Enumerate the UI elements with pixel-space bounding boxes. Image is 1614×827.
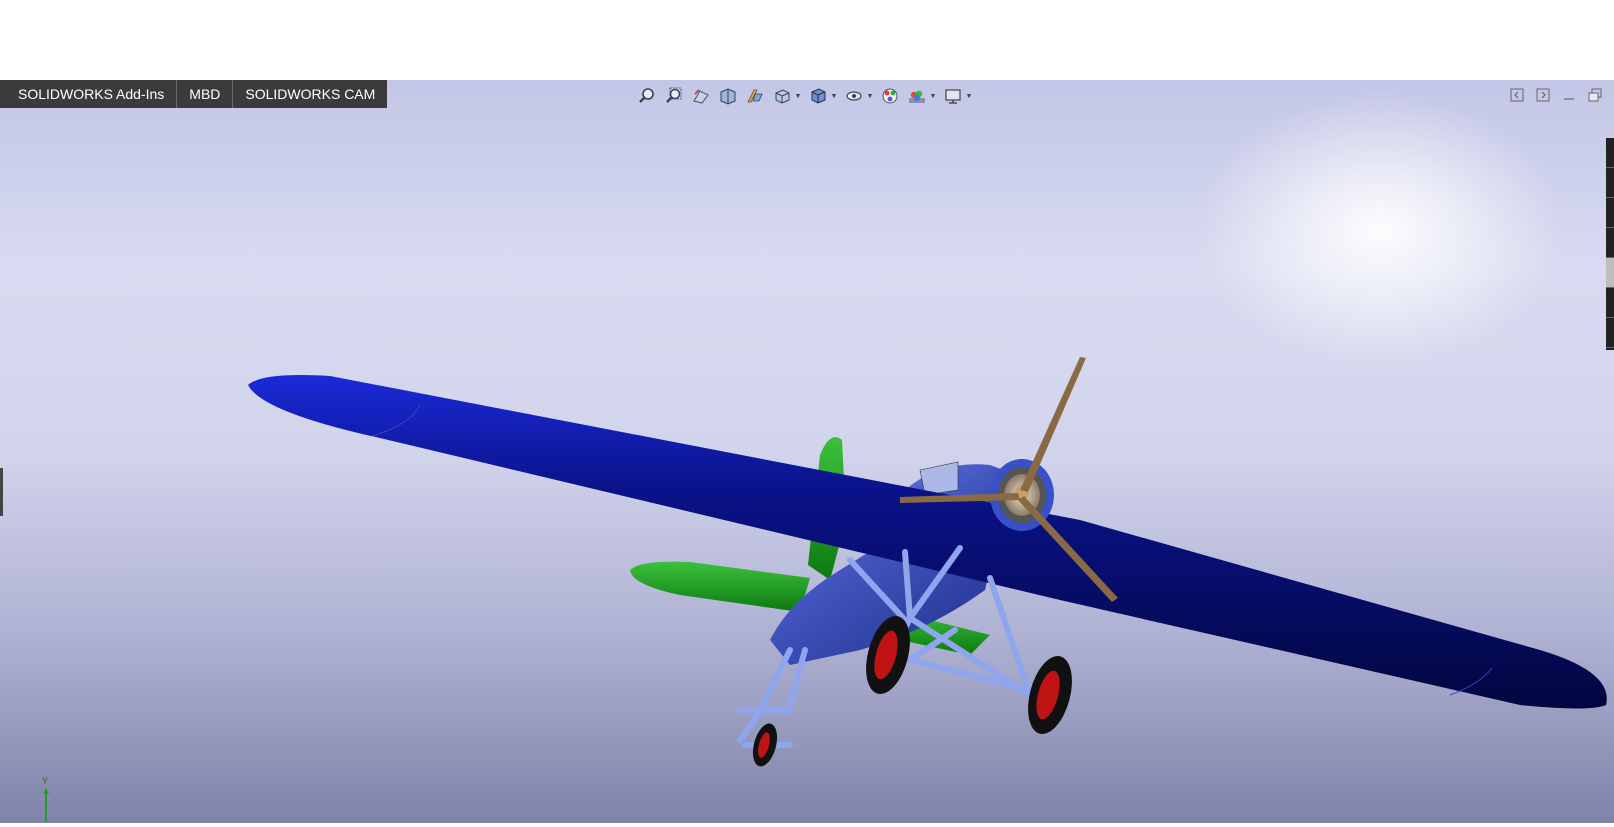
airplane-model[interactable] <box>0 80 1614 823</box>
zoom-to-area-icon[interactable] <box>663 85 685 107</box>
top-blank-area <box>0 0 1614 80</box>
view-settings-icon[interactable] <box>942 85 964 107</box>
dynamic-annotation-icon[interactable] <box>744 85 766 107</box>
section-view-icon[interactable] <box>717 85 739 107</box>
zoom-to-fit-icon[interactable] <box>636 85 658 107</box>
view-orientation-dropdown-icon[interactable]: ▼ <box>794 85 802 107</box>
apply-scene-icon[interactable] <box>906 85 928 107</box>
tile-left-icon[interactable] <box>1508 86 1526 104</box>
previous-view-icon[interactable] <box>690 85 712 107</box>
view-orientation-icon[interactable] <box>771 85 793 107</box>
task-pane-tab[interactable] <box>1606 228 1614 258</box>
tab-mbd[interactable]: MBD <box>176 80 232 108</box>
task-pane-tab[interactable] <box>1606 138 1614 168</box>
task-pane-tab[interactable] <box>1606 258 1614 288</box>
task-pane-tab[interactable] <box>1606 318 1614 348</box>
edit-appearance-icon[interactable] <box>879 85 901 107</box>
hide-show-items-icon[interactable] <box>843 85 865 107</box>
command-manager-tabs: SOLIDWORKS Add-Ins MBD SOLIDWORKS CAM <box>0 80 388 108</box>
hide-show-dropdown-icon[interactable]: ▼ <box>866 85 874 107</box>
minimize-icon[interactable] <box>1560 86 1578 104</box>
orientation-triad: Y <box>34 776 64 827</box>
triad-y-label: Y <box>42 776 49 786</box>
tab-solidworks-cam[interactable]: SOLIDWORKS CAM <box>232 80 387 108</box>
view-settings-dropdown-icon[interactable]: ▼ <box>965 85 973 107</box>
tile-right-icon[interactable] <box>1534 86 1552 104</box>
task-pane-tab[interactable] <box>1606 168 1614 198</box>
apply-scene-dropdown-icon[interactable]: ▼ <box>929 85 937 107</box>
restore-icon[interactable] <box>1586 86 1604 104</box>
tab-solidworks-add-ins[interactable]: SOLIDWORKS Add-Ins <box>0 80 176 108</box>
task-pane-tab[interactable] <box>1606 198 1614 228</box>
feature-manager-collapse-handle[interactable] <box>0 468 3 516</box>
heads-up-view-toolbar: ▼ ▼ ▼ ▼ ▼ <box>636 84 973 108</box>
task-pane-tab[interactable] <box>1606 288 1614 318</box>
display-style-dropdown-icon[interactable]: ▼ <box>830 85 838 107</box>
display-style-icon[interactable] <box>807 85 829 107</box>
task-pane-tabs <box>1606 138 1614 350</box>
document-window-controls <box>1508 86 1604 104</box>
main-wing <box>248 375 1607 709</box>
